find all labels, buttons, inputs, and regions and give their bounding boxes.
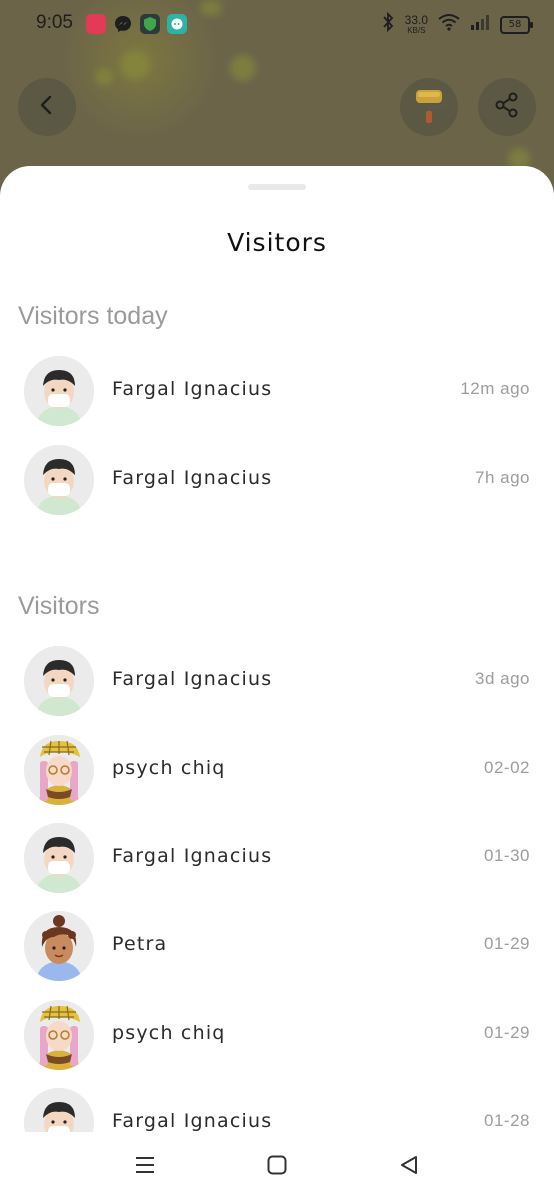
visitor-row[interactable]: Petra 01-29 xyxy=(0,911,554,991)
visitor-name: Fargal Ignacius xyxy=(112,467,273,489)
visitor-row[interactable]: Fargal Ignacius 01-30 xyxy=(0,823,554,903)
girl-plaid-hat-avatar xyxy=(24,1000,94,1070)
visitor-row[interactable]: psych chiq 01-29 xyxy=(0,1000,554,1080)
back-nav-button[interactable] xyxy=(398,1154,420,1180)
bluetooth-icon xyxy=(381,11,395,37)
visitor-row[interactable]: Fargal Ignacius 3d ago xyxy=(0,646,554,726)
visitor-name: Fargal Ignacius xyxy=(112,845,273,867)
visit-time: 12m ago xyxy=(460,379,530,398)
visit-time: 02-02 xyxy=(484,758,530,777)
network-speed-unit: KB/S xyxy=(407,26,426,35)
theme-paint-button[interactable] xyxy=(400,78,458,136)
sheet-title: Visitors xyxy=(227,228,327,257)
paint-roller-icon xyxy=(410,84,448,130)
boy-mask-avatar xyxy=(24,823,94,893)
visitor-name: Fargal Ignacius xyxy=(112,668,273,690)
network-speed: 33.0 KB/S xyxy=(405,14,428,35)
boy-mask-avatar xyxy=(24,445,94,515)
network-speed-value: 33.0 xyxy=(404,13,428,27)
status-bar: 9:05 33.0 KB/S 58 xyxy=(0,0,554,48)
background-decoration xyxy=(120,50,150,80)
boy-mask-avatar xyxy=(24,356,94,426)
sheet-drag-handle[interactable] xyxy=(248,184,306,190)
share-icon xyxy=(493,91,521,123)
system-nav-bar xyxy=(0,1132,554,1200)
visitor-row[interactable]: Fargal Ignacius 7h ago xyxy=(0,445,554,525)
visit-time: 01-30 xyxy=(484,846,530,865)
battery-indicator: 58 xyxy=(500,15,533,34)
visitor-row[interactable]: Fargal Ignacius 12m ago xyxy=(0,356,554,436)
wifi-icon xyxy=(438,13,460,36)
section-title-visitors: Visitors xyxy=(18,592,100,620)
messenger-icon xyxy=(113,14,133,34)
background-decoration xyxy=(95,68,113,86)
visitor-name: psych chiq xyxy=(112,757,226,779)
boy-mask-avatar xyxy=(24,646,94,716)
recents-menu-button[interactable] xyxy=(134,1154,156,1180)
curly-hair-avatar xyxy=(24,911,94,981)
status-time: 9:05 xyxy=(36,12,73,33)
background-decoration xyxy=(230,55,256,81)
home-button[interactable] xyxy=(266,1154,288,1180)
visitors-sheet: Visitors Visitors today Fargal Ignacius … xyxy=(0,166,554,1200)
visit-time: 7h ago xyxy=(475,468,530,487)
visitor-name: Petra xyxy=(112,933,168,955)
visitor-name: psych chiq xyxy=(112,1022,226,1044)
status-right: 33.0 KB/S 58 xyxy=(381,11,533,37)
visitor-row[interactable]: psych chiq 02-02 xyxy=(0,735,554,815)
vpn-shield-icon xyxy=(140,14,160,34)
chevron-left-icon xyxy=(37,94,57,120)
screen-record-icon xyxy=(86,14,106,34)
visitor-name: Fargal Ignacius xyxy=(112,378,273,400)
visit-time: 01-29 xyxy=(484,1023,530,1042)
visit-time: 01-29 xyxy=(484,934,530,953)
chat-app-icon xyxy=(167,14,187,34)
signal-icon xyxy=(470,13,490,36)
share-button[interactable] xyxy=(478,78,536,136)
back-button[interactable] xyxy=(18,78,76,136)
section-title-today: Visitors today xyxy=(18,302,168,330)
visit-time: 01-28 xyxy=(484,1111,530,1130)
girl-plaid-hat-avatar xyxy=(24,735,94,805)
visitor-name: Fargal Ignacius xyxy=(112,1110,273,1132)
visit-time: 3d ago xyxy=(475,669,530,688)
